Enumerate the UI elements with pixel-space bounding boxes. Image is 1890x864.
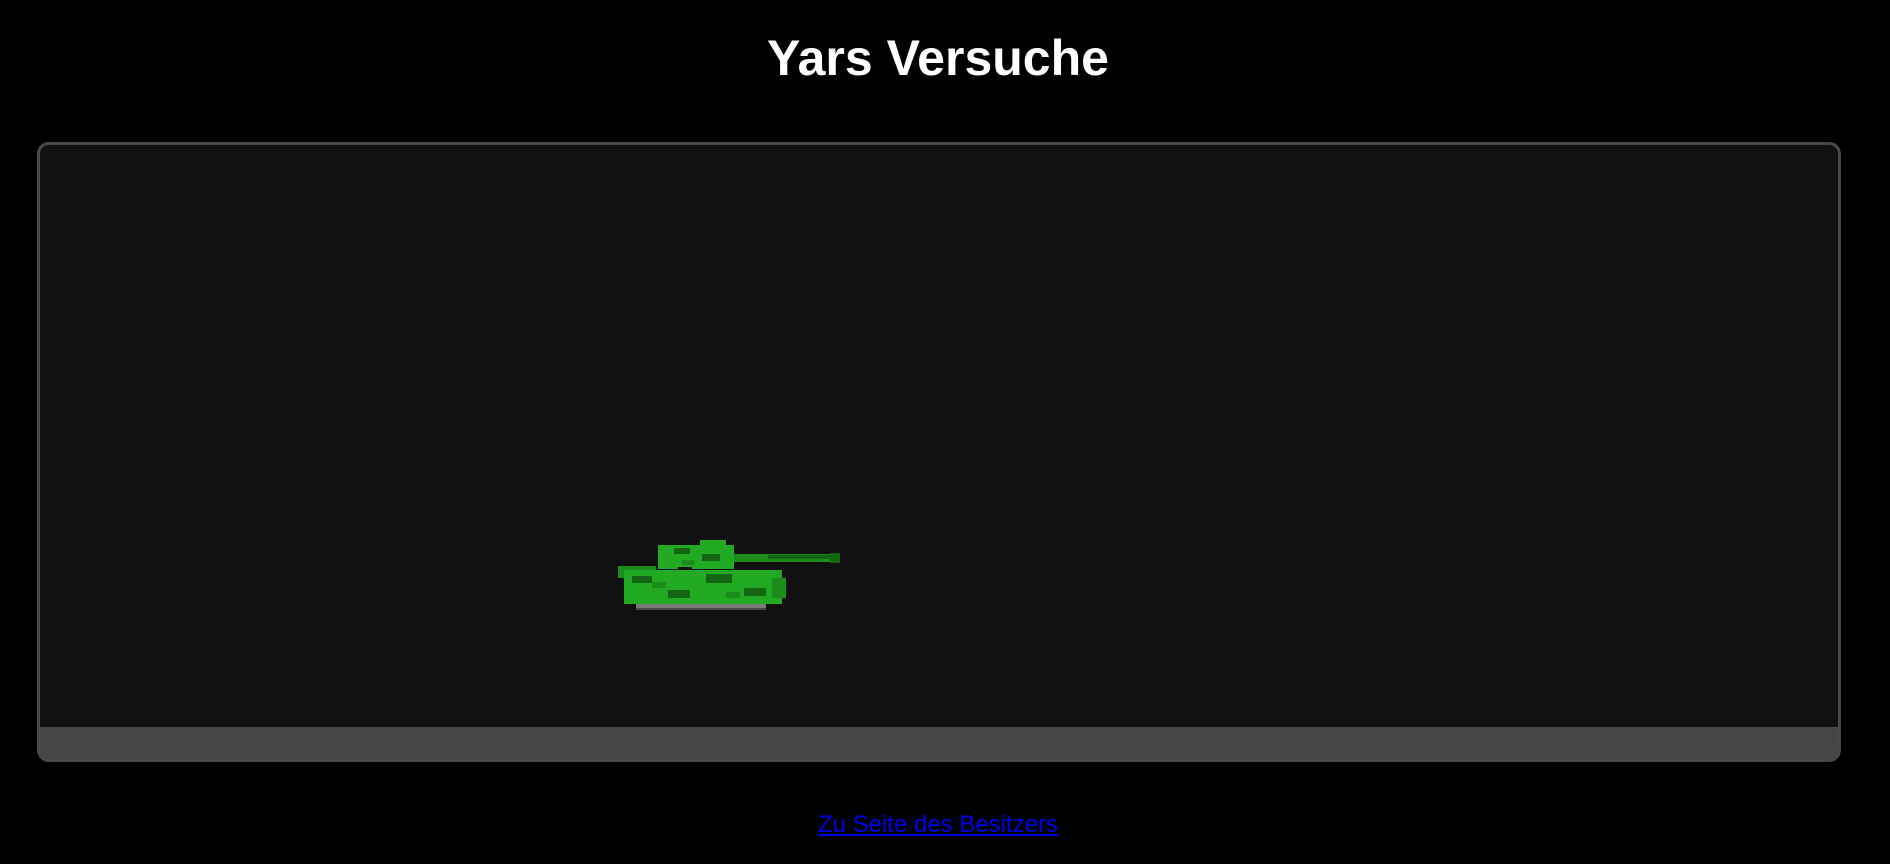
- page-title: Yars Versuche: [767, 30, 1109, 86]
- tank-turret-camo-2: [702, 554, 720, 561]
- tank-sprite: [618, 540, 840, 610]
- tank-hull-camo-3: [706, 574, 732, 583]
- tank-hull: [624, 570, 782, 604]
- tank-hull-rear: [772, 578, 786, 598]
- game-canvas[interactable]: [40, 145, 1838, 730]
- tank-track-shade: [636, 608, 766, 610]
- page: Yars Versuche Zu Seite des Besitzers: [0, 0, 1890, 864]
- owner-page-link[interactable]: Zu Seite des Besitzers: [818, 811, 1058, 838]
- tank-hull-camo-1: [632, 576, 652, 583]
- tank-barrel-shade: [768, 555, 840, 559]
- tank-hull-camo-5: [652, 582, 666, 588]
- tank-hull-camo-4: [744, 588, 766, 596]
- tank-turret-camo-3: [682, 560, 694, 565]
- tank-turret-camo-1: [674, 548, 690, 554]
- tank-turret: [658, 545, 734, 569]
- game-status-bar: [40, 727, 1838, 759]
- owner-link-container: Zu Seite des Besitzers: [0, 810, 1876, 840]
- game-frame[interactable]: [37, 142, 1841, 762]
- tank-hull-camo-6: [726, 592, 740, 598]
- tank-barrel-tip: [830, 553, 840, 563]
- tank-hull-camo-2: [668, 590, 690, 598]
